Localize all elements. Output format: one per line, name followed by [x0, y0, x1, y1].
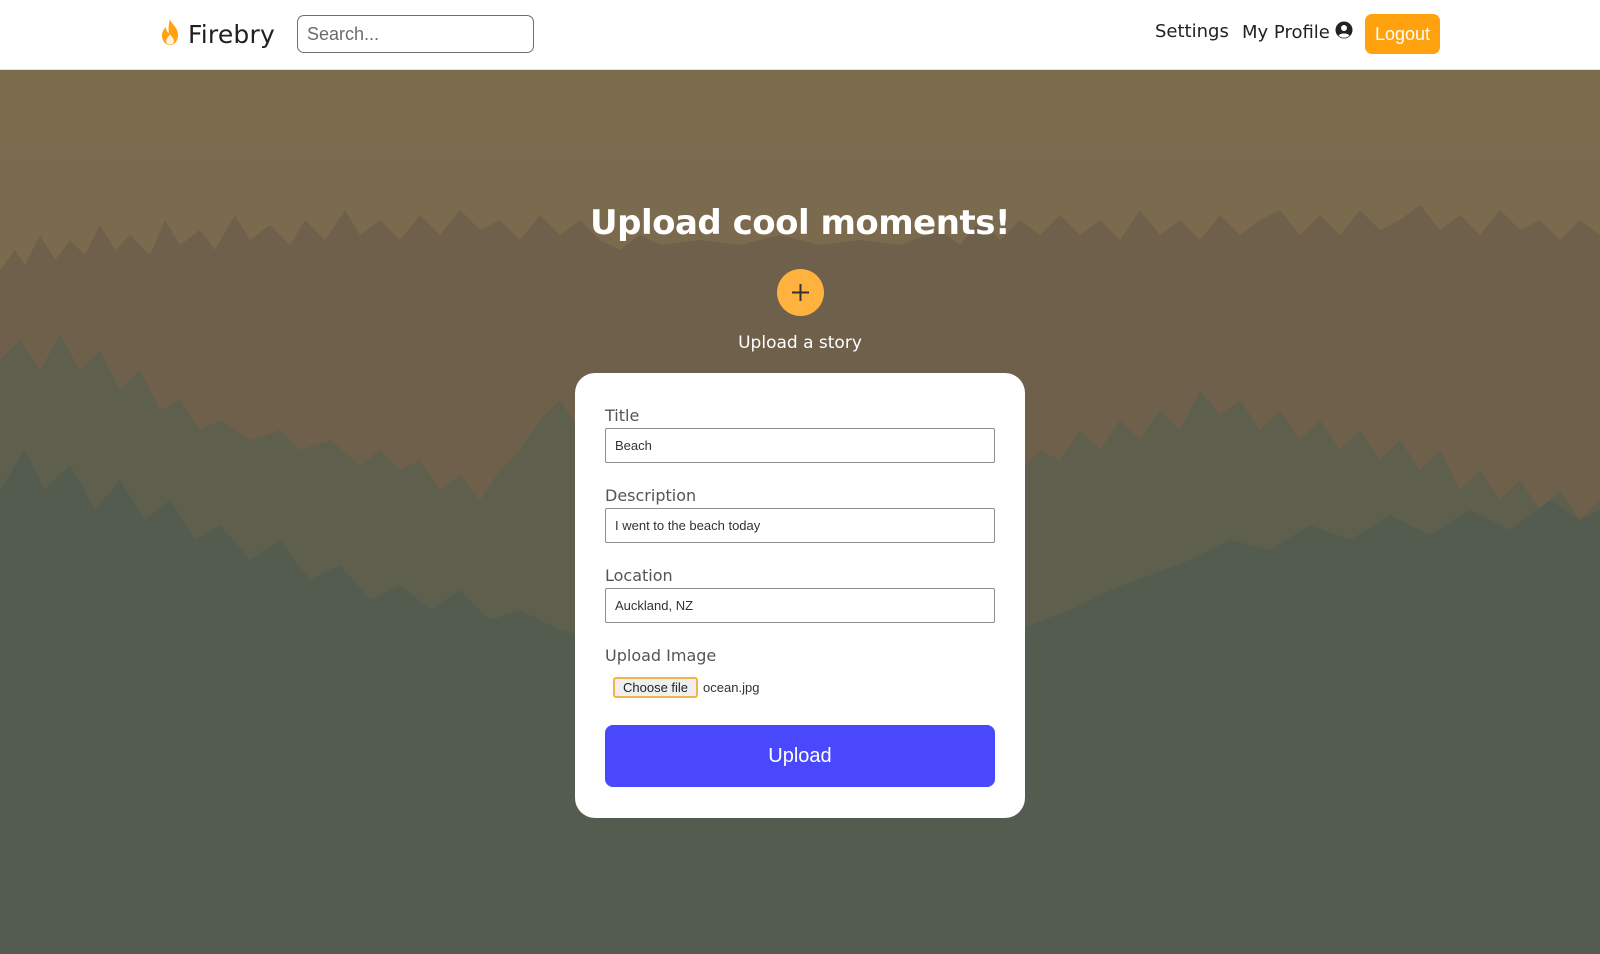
- add-story-button[interactable]: [777, 269, 824, 316]
- brand-logo[interactable]: Firebry: [158, 16, 275, 52]
- flame-icon: [158, 18, 182, 50]
- selected-file-name: ocean.jpg: [703, 680, 760, 695]
- logout-button[interactable]: Logout: [1365, 14, 1440, 54]
- description-label: Description: [605, 486, 697, 505]
- nav-settings-link[interactable]: Settings: [1155, 21, 1229, 42]
- brand-name: Firebry: [188, 19, 275, 49]
- title-field[interactable]: [605, 428, 995, 463]
- nav-my-profile-label: My Profile: [1242, 22, 1330, 43]
- upload-submit-button[interactable]: Upload: [605, 725, 995, 787]
- title-label: Title: [605, 406, 640, 425]
- location-label: Location: [605, 566, 673, 585]
- upload-image-label: Upload Image: [605, 646, 717, 665]
- nav-my-profile-link[interactable]: My Profile: [1242, 21, 1353, 44]
- upload-form-card: Title Description Location Upload Image …: [575, 373, 1025, 818]
- upload-story-label: Upload a story: [738, 333, 862, 353]
- plus-icon: [792, 284, 809, 301]
- choose-file-button[interactable]: Choose file: [613, 677, 699, 698]
- description-field[interactable]: [605, 508, 995, 543]
- user-circle-icon: [1335, 21, 1353, 44]
- location-field[interactable]: [605, 588, 995, 623]
- page-heading: Upload cool moments!: [590, 203, 1010, 243]
- search-input[interactable]: [297, 15, 534, 53]
- navbar: Firebry Settings My Profile Logout: [0, 0, 1600, 70]
- file-input: Choose file ocean.jpg: [613, 677, 759, 698]
